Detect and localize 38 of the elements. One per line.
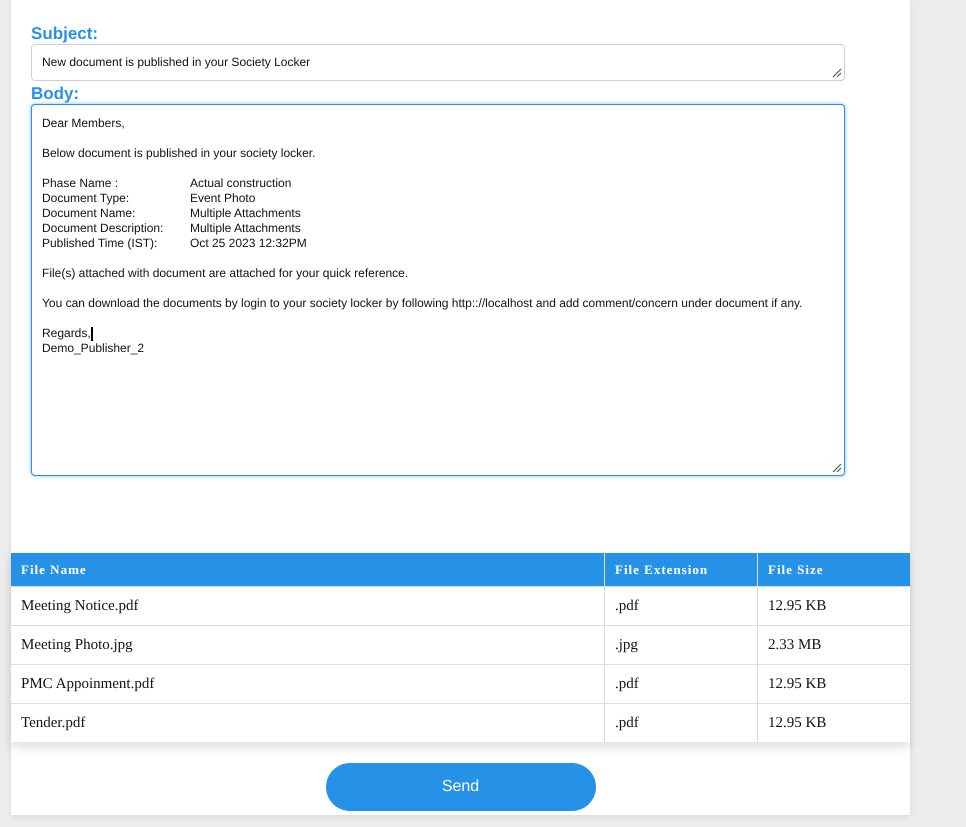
closing-text: Demo_Publisher_2 — [42, 341, 144, 356]
table-cell: Meeting Photo.jpg — [11, 626, 604, 664]
table-cell: .jpg — [604, 626, 758, 664]
resize-grip-icon[interactable] — [830, 66, 842, 78]
table-cell: 2.33 MB — [758, 626, 910, 664]
detail-value: Multiple Attachments — [190, 206, 302, 221]
body-field[interactable] — [31, 104, 845, 476]
column-header: File Name — [11, 553, 604, 586]
column-header: File Extension — [604, 553, 758, 586]
resize-grip-icon[interactable] — [830, 461, 842, 473]
detail-value: Oct 25 2023 12:32PM — [190, 236, 307, 251]
body-label: Body: — [31, 84, 80, 104]
table-cell: .pdf — [604, 704, 758, 742]
subject-field[interactable]: New document is published in your Society Locker — [31, 44, 845, 81]
table-cell: 12.95 KB — [758, 664, 910, 704]
note-text: File(s) attached with document are attached for your quick reference. — [42, 266, 408, 281]
detail-value: Actual construction — [190, 176, 292, 191]
table-cell: .pdf — [604, 664, 758, 704]
intro-text: Below document is published in your society locker. — [42, 146, 316, 161]
text-cursor — [90, 326, 93, 340]
column-header: File Size — [758, 553, 910, 586]
detail-label: Phase Name : — [42, 176, 120, 191]
detail-value: Event Photo — [190, 191, 256, 206]
table-cell: Meeting Notice.pdf — [11, 586, 604, 626]
detail-label: Document Type: — [42, 191, 130, 206]
table-cell: PMC Appoinment.pdf — [11, 664, 604, 704]
closing-text: Regards, — [42, 326, 91, 341]
greeting-text: Dear Members, — [42, 116, 125, 131]
instruction-text: You can download the documents by login to your society locker by following http:://localhost and add comment/concern under document if any. — [42, 296, 804, 311]
table-cell: Tender.pdf — [11, 704, 604, 742]
table-cell: 12.95 KB — [758, 586, 910, 626]
detail-label: Document Description: — [42, 221, 164, 236]
table-cell: .pdf — [604, 586, 758, 626]
detail-label: Published Time (IST): — [42, 236, 158, 251]
subject-label: Subject: — [31, 24, 98, 44]
detail-label: Document Name: — [42, 206, 136, 221]
table-cell: 12.95 KB — [758, 704, 910, 742]
detail-value: Multiple Attachments — [190, 221, 302, 236]
